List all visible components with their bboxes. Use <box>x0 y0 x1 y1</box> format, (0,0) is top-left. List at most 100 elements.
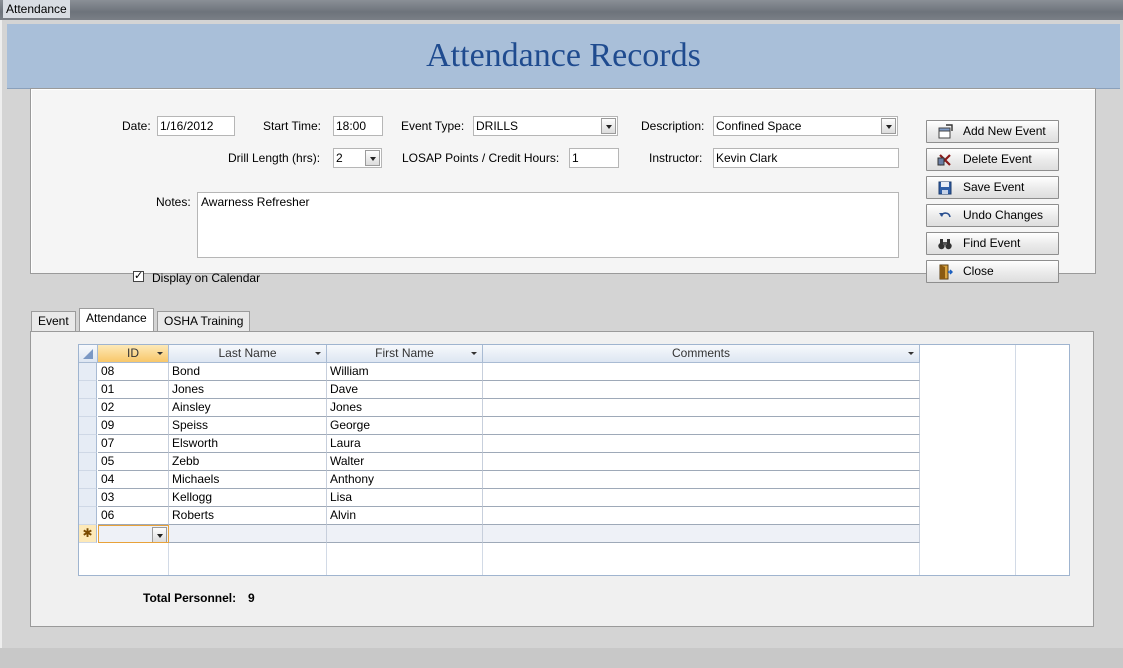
column-header-first-name-label: First Name <box>375 346 434 360</box>
new-first-name-cell[interactable] <box>327 525 483 543</box>
cell-id[interactable]: 06 <box>98 507 169 525</box>
event-type-select[interactable]: DRILLS <box>473 116 618 136</box>
save-event-button[interactable]: Save Event <box>926 176 1059 199</box>
cell-first-name[interactable]: Laura <box>327 435 483 453</box>
cell-last-name[interactable]: Michaels <box>169 471 327 489</box>
select-all-icon <box>83 349 93 359</box>
column-header-comments-label: Comments <box>671 346 730 360</box>
find-event-button[interactable]: Find Event <box>926 232 1059 255</box>
cell-first-name[interactable]: Anthony <box>327 471 483 489</box>
cell-comments[interactable] <box>483 435 920 453</box>
cell-first-name[interactable]: George <box>327 417 483 435</box>
cell-first-name[interactable]: Jones <box>327 399 483 417</box>
tab-attendance[interactable]: Attendance <box>79 308 154 331</box>
chevron-down-icon[interactable] <box>152 527 167 542</box>
total-personnel-label: Total Personnel: <box>143 591 237 605</box>
row-selector[interactable] <box>79 417 97 435</box>
undo-icon <box>939 212 951 218</box>
column-header-comments[interactable]: Comments <box>483 345 920 363</box>
column-dropdown-icon[interactable] <box>471 352 477 355</box>
tab-event[interactable]: Event <box>31 311 76 331</box>
column-header-id[interactable]: ID <box>98 345 169 363</box>
close-button[interactable]: Close <box>926 260 1059 283</box>
start-time-label: Start Time: <box>263 119 322 133</box>
delete-event-button[interactable]: Delete Event <box>926 148 1059 171</box>
find-event-label: Find Event <box>963 236 1021 250</box>
new-comments-cell[interactable] <box>483 525 920 543</box>
cell-comments[interactable] <box>483 453 920 471</box>
start-time-field[interactable]: 18:00 <box>333 116 383 136</box>
new-last-name-cell[interactable] <box>169 525 327 543</box>
cell-id[interactable]: 01 <box>98 381 169 399</box>
cell-last-name[interactable]: Roberts <box>169 507 327 525</box>
cell-id[interactable]: 05 <box>98 453 169 471</box>
display-on-calendar-label: Display on Calendar <box>152 271 261 285</box>
total-personnel-value: 9 <box>248 591 255 605</box>
attendance-grid: ID Last Name First Name Comments 08 Bond… <box>78 344 1070 576</box>
cell-id[interactable]: 07 <box>98 435 169 453</box>
form-header: Attendance Records <box>7 24 1120 89</box>
cell-comments[interactable] <box>483 471 920 489</box>
tab-osha-training[interactable]: OSHA Training <box>157 311 251 331</box>
column-dropdown-icon[interactable] <box>908 352 914 355</box>
row-selector[interactable] <box>79 399 97 417</box>
cell-first-name[interactable]: Dave <box>327 381 483 399</box>
column-header-last-name[interactable]: Last Name <box>169 345 327 363</box>
cell-last-name[interactable]: Speiss <box>169 417 327 435</box>
instructor-label: Instructor: <box>649 151 703 165</box>
drill-length-select[interactable]: 2 <box>333 148 382 168</box>
cell-first-name[interactable]: Alvin <box>327 507 483 525</box>
column-header-first-name[interactable]: First Name <box>327 345 483 363</box>
undo-changes-button[interactable]: Undo Changes <box>926 204 1059 227</box>
date-field[interactable]: 1/16/2012 <box>157 116 235 136</box>
cell-id[interactable]: 09 <box>98 417 169 435</box>
save-icon <box>938 181 952 195</box>
cell-first-name[interactable]: Lisa <box>327 489 483 507</box>
row-selector[interactable] <box>79 489 97 507</box>
window-titlebar: Attendance <box>0 0 1123 20</box>
cell-comments[interactable] <box>483 363 920 381</box>
instructor-field[interactable]: Kevin Clark <box>713 148 899 168</box>
cell-comments[interactable] <box>483 417 920 435</box>
cell-comments[interactable] <box>483 489 920 507</box>
cell-last-name[interactable]: Ainsley <box>169 399 327 417</box>
drill-length-label: Drill Length (hrs): <box>228 151 321 165</box>
row-selector[interactable] <box>79 381 97 399</box>
chevron-down-icon[interactable] <box>365 150 380 166</box>
chevron-down-icon[interactable] <box>601 118 616 134</box>
cell-id[interactable]: 02 <box>98 399 169 417</box>
cell-last-name[interactable]: Bond <box>169 363 327 381</box>
row-selector[interactable] <box>79 435 97 453</box>
description-select[interactable]: Confined Space <box>713 116 898 136</box>
cell-id[interactable]: 08 <box>98 363 169 381</box>
cell-comments[interactable] <box>483 507 920 525</box>
display-on-calendar-checkbox[interactable]: ✓ <box>133 271 144 282</box>
window-title: Attendance <box>3 0 70 18</box>
cell-id[interactable]: 04 <box>98 471 169 489</box>
cell-last-name[interactable]: Kellogg <box>169 489 327 507</box>
description-label: Description: <box>641 119 705 133</box>
notes-field[interactable]: Awarness Refresher <box>197 192 899 258</box>
cell-comments[interactable] <box>483 399 920 417</box>
cell-last-name[interactable]: Zebb <box>169 453 327 471</box>
chevron-down-icon[interactable] <box>881 118 896 134</box>
event-type-label: Event Type: <box>401 119 465 133</box>
cell-id[interactable]: 03 <box>98 489 169 507</box>
cell-first-name[interactable]: William <box>327 363 483 381</box>
row-selector[interactable] <box>79 363 97 381</box>
row-selector[interactable] <box>79 453 97 471</box>
column-dropdown-icon[interactable] <box>157 352 163 355</box>
losap-field[interactable]: 1 <box>569 148 619 168</box>
close-label: Close <box>963 264 994 278</box>
select-all-corner[interactable] <box>79 345 98 363</box>
row-selector[interactable] <box>79 471 97 489</box>
column-dropdown-icon[interactable] <box>315 352 321 355</box>
new-id-combo[interactable] <box>98 525 169 543</box>
row-selector[interactable] <box>79 507 97 525</box>
cell-last-name[interactable]: Elsworth <box>169 435 327 453</box>
column-header-id-label: ID <box>127 346 139 360</box>
cell-first-name[interactable]: Walter <box>327 453 483 471</box>
add-new-event-button[interactable]: Add New Event <box>926 120 1059 143</box>
cell-last-name[interactable]: Jones <box>169 381 327 399</box>
cell-comments[interactable] <box>483 381 920 399</box>
